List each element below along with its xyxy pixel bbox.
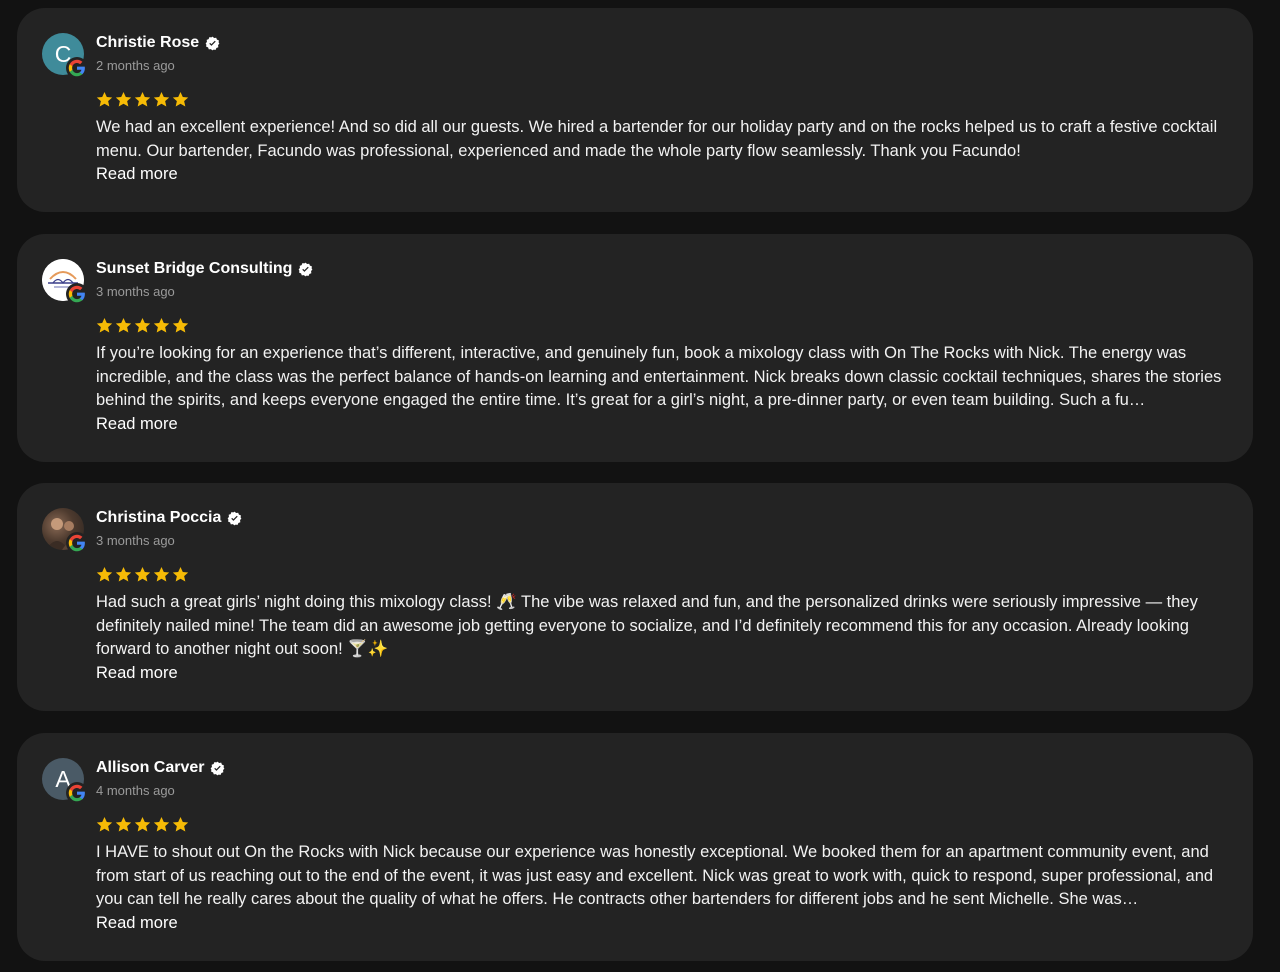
- reviewer-avatar[interactable]: [42, 508, 88, 554]
- reviewer-name[interactable]: Christie Rose: [96, 34, 199, 52]
- reviewer-name[interactable]: Christina Poccia: [96, 509, 221, 527]
- review-card: C Christie Rose 2 months ago We had an e…: [17, 8, 1253, 212]
- verified-badge-icon: [228, 511, 242, 525]
- star-icon: [172, 816, 189, 832]
- star-icon: [153, 91, 170, 107]
- review-timestamp: 3 months ago: [96, 533, 175, 548]
- star-rating: [95, 565, 190, 584]
- review-card: Christina Poccia 3 months ago Had such a…: [17, 483, 1253, 711]
- star-rating: [95, 815, 190, 834]
- read-more-link[interactable]: Read more: [96, 912, 178, 936]
- read-more-link[interactable]: Read more: [96, 662, 178, 686]
- reviewer-avatar[interactable]: A: [42, 758, 88, 804]
- reviewer-avatar[interactable]: C: [42, 33, 88, 79]
- star-icon: [115, 91, 132, 107]
- reviewer-name[interactable]: Sunset Bridge Consulting: [96, 260, 292, 278]
- review-timestamp: 2 months ago: [96, 58, 175, 73]
- review-text: Had such a great girls’ night doing this…: [96, 593, 1198, 658]
- star-icon: [172, 91, 189, 107]
- star-icon: [134, 317, 151, 333]
- star-icon: [96, 816, 113, 832]
- star-icon: [96, 317, 113, 333]
- verified-badge-icon: [299, 262, 313, 276]
- verified-badge-icon: [205, 36, 220, 50]
- star-rating: [95, 316, 190, 335]
- google-icon: [66, 782, 88, 804]
- star-icon: [134, 566, 151, 582]
- reviewer-avatar[interactable]: [42, 259, 88, 305]
- reviews-list: C Christie Rose 2 months ago We had an e…: [0, 0, 1280, 972]
- google-icon: [66, 57, 88, 79]
- star-icon: [115, 566, 132, 582]
- review-text: I HAVE to shout out On the Rocks with Ni…: [96, 843, 1214, 908]
- review-text: If you’re looking for an experience that…: [96, 344, 1222, 409]
- star-icon: [96, 566, 113, 582]
- review-card: A Allison Carver 4 months ago I HAVE to …: [17, 733, 1253, 961]
- google-icon: [66, 283, 88, 305]
- review-timestamp: 3 months ago: [96, 284, 175, 299]
- read-more-link[interactable]: Read more: [96, 163, 178, 187]
- star-icon: [172, 317, 189, 333]
- star-icon: [172, 566, 189, 582]
- star-icon: [153, 816, 170, 832]
- star-icon: [134, 91, 151, 107]
- verified-badge-icon: [211, 761, 225, 775]
- google-icon: [66, 532, 88, 554]
- star-icon: [115, 317, 132, 333]
- star-icon: [96, 91, 113, 107]
- star-icon: [153, 566, 170, 582]
- review-timestamp: 4 months ago: [96, 783, 175, 798]
- star-icon: [134, 816, 151, 832]
- review-card: Sunset Bridge Consulting 3 months ago If…: [17, 234, 1253, 462]
- read-more-link[interactable]: Read more: [96, 413, 178, 437]
- reviewer-name[interactable]: Allison Carver: [96, 759, 204, 777]
- review-text: We had an excellent experience! And so d…: [96, 118, 1218, 160]
- star-icon: [115, 816, 132, 832]
- star-icon: [153, 317, 170, 333]
- star-rating: [95, 90, 190, 109]
